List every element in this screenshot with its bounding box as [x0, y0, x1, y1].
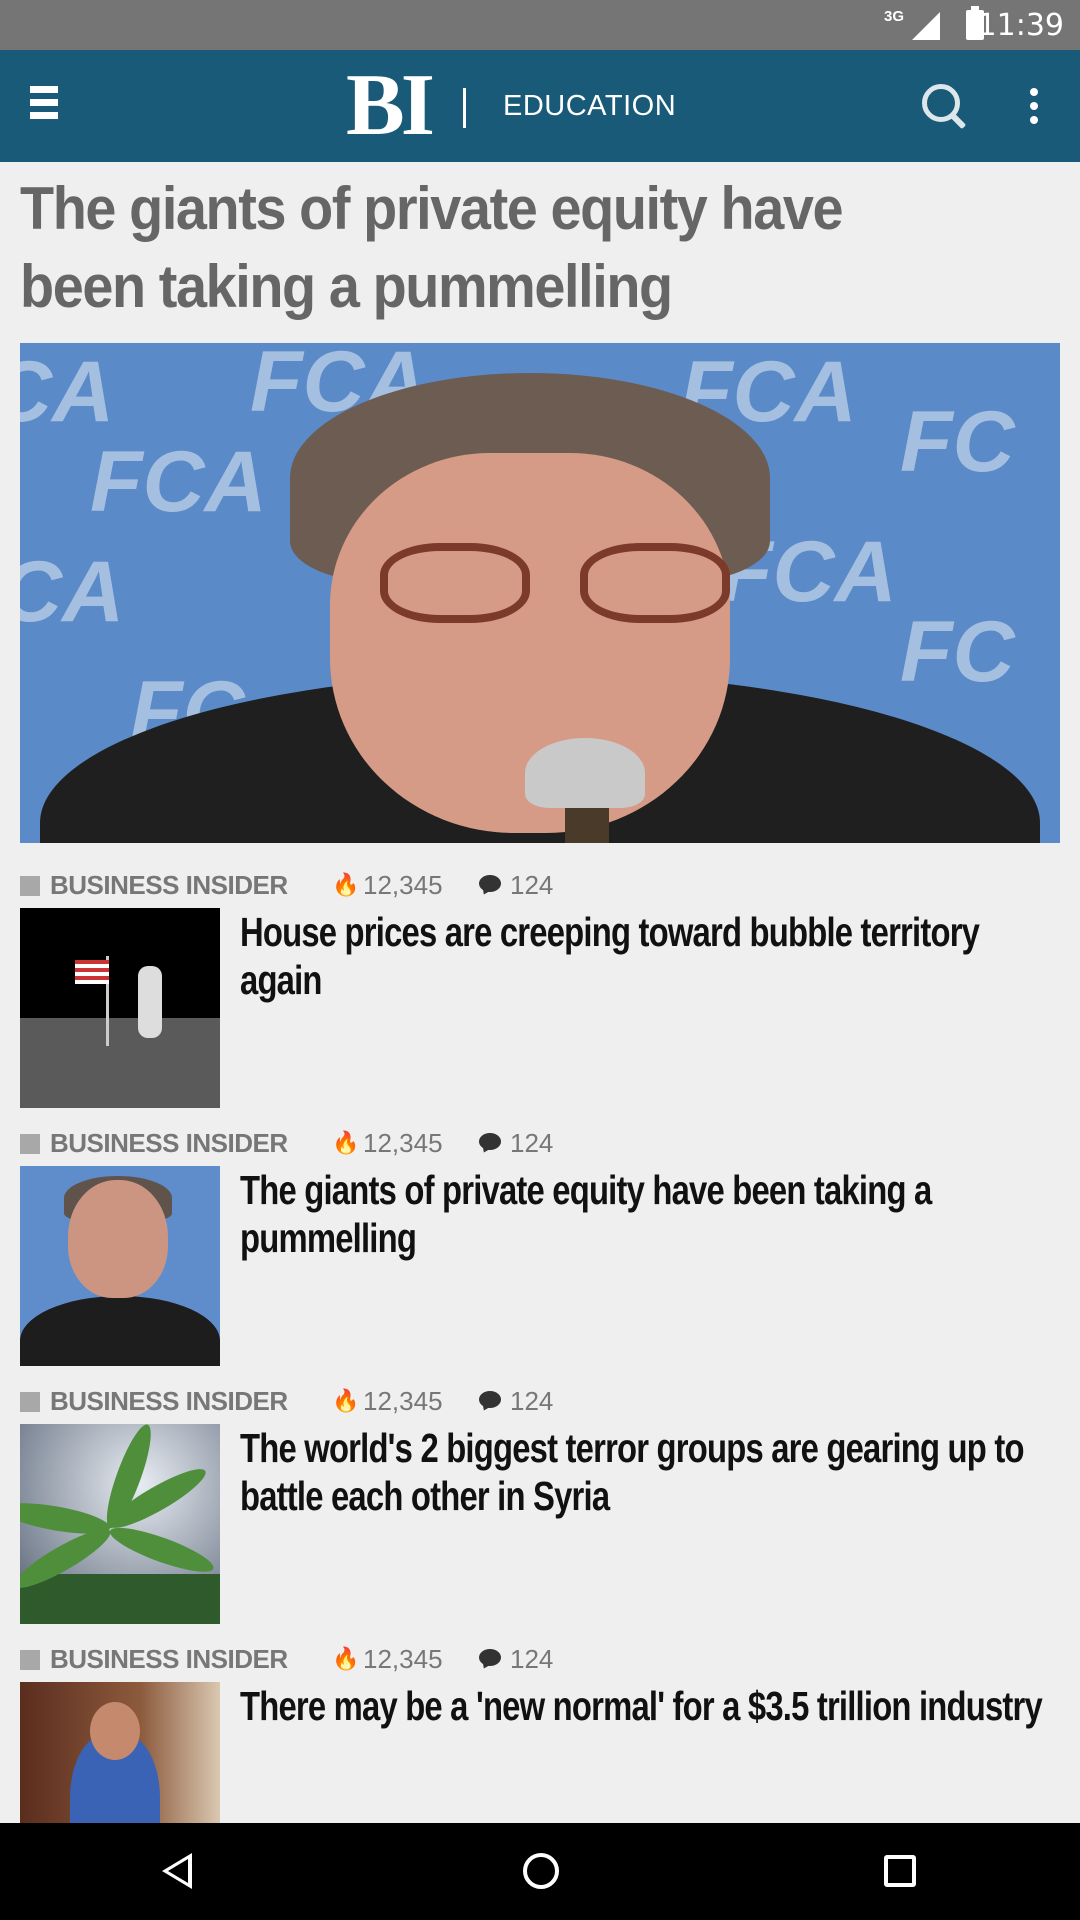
article-title[interactable]: The giants of private equity have been t… [240, 1166, 1056, 1262]
article-thumbnail[interactable] [20, 1424, 220, 1624]
comment-icon [479, 875, 501, 892]
fire-icon: 🔥 [332, 1130, 360, 1155]
article-title[interactable]: There may be a 'new normal' for a $3.5 t… [240, 1682, 1056, 1730]
overflow-menu-icon[interactable] [1030, 88, 1040, 128]
article-meta: BUSINESS INSIDER 🔥 12,345 124 [20, 1386, 1060, 1416]
source-square-icon [20, 1392, 40, 1412]
signal-icon [912, 12, 940, 40]
comment-count: 124 [510, 1128, 554, 1158]
article-source: BUSINESS INSIDER [50, 870, 288, 900]
comment-icon [479, 1133, 501, 1150]
article-meta: BUSINESS INSIDER 🔥 12,345 124 [20, 1128, 1060, 1158]
source-square-icon [20, 1650, 40, 1670]
lead-headline[interactable]: The giants of private equity have been t… [20, 170, 950, 326]
view-count: 12,345 [363, 1128, 443, 1158]
source-square-icon [20, 876, 40, 896]
fire-icon: 🔥 [332, 872, 360, 897]
article-thumbnail[interactable] [20, 908, 220, 1108]
article-item[interactable]: BUSINESS INSIDER 🔥 12,345 124 House pric… [20, 870, 1080, 1128]
article-meta: BUSINESS INSIDER 🔥 12,345 124 [20, 870, 1060, 900]
comment-icon [479, 1649, 501, 1666]
app-bar: BI EDUCATION [0, 50, 1080, 162]
fire-icon: 🔥 [332, 1646, 360, 1671]
comment-count: 124 [510, 1386, 554, 1416]
recent-apps-icon[interactable] [884, 1855, 916, 1887]
comment-icon [479, 1391, 501, 1408]
view-count: 12,345 [363, 870, 443, 900]
article-item[interactable]: BUSINESS INSIDER 🔥 12,345 124 The giants… [20, 1128, 1080, 1386]
article-meta: BUSINESS INSIDER 🔥 12,345 124 [20, 1644, 1060, 1674]
network-type: 3G [883, 8, 904, 25]
source-square-icon [20, 1134, 40, 1154]
comment-count: 124 [510, 870, 554, 900]
system-nav-bar [0, 1823, 1080, 1920]
lead-image[interactable]: CA FCA FCA CA FCA FC FC FC FCA [20, 343, 1060, 843]
article-title[interactable]: House prices are creeping toward bubble … [240, 908, 1056, 1004]
view-count: 12,345 [363, 1386, 443, 1416]
section-title: EDUCATION [503, 90, 677, 122]
status-bar: 3G 11:39 [0, 0, 1080, 50]
article-thumbnail[interactable] [20, 1166, 220, 1366]
view-count: 12,345 [363, 1644, 443, 1674]
fire-icon: 🔥 [332, 1388, 360, 1413]
clock: 11:39 [977, 8, 1064, 43]
article-source: BUSINESS INSIDER [50, 1128, 288, 1158]
article-source: BUSINESS INSIDER [50, 1644, 288, 1674]
search-icon[interactable] [922, 84, 966, 128]
home-icon[interactable] [523, 1853, 559, 1889]
back-icon[interactable] [162, 1853, 192, 1889]
hamburger-menu-icon[interactable] [30, 86, 58, 126]
article-source: BUSINESS INSIDER [50, 1386, 288, 1416]
bi-logo[interactable]: BI [346, 60, 435, 152]
article-item[interactable]: BUSINESS INSIDER 🔥 12,345 124 The world'… [20, 1386, 1080, 1644]
article-title[interactable]: The world's 2 biggest terror groups are … [240, 1424, 1056, 1520]
comment-count: 124 [510, 1644, 554, 1674]
logo-divider [463, 88, 466, 128]
